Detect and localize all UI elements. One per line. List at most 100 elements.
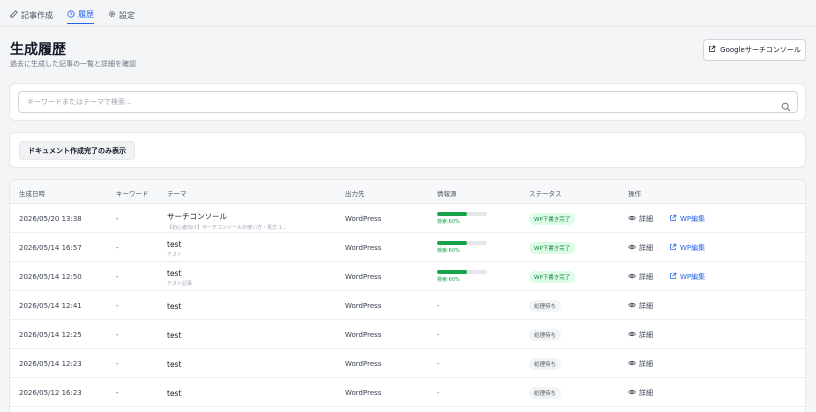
status-badge: WP下書き完了 [529, 271, 576, 283]
wp-edit-label: WP編集 [680, 273, 706, 281]
detail-label: 詳細 [639, 302, 653, 310]
cell-actions: 詳細 [628, 330, 653, 340]
eye-icon [628, 330, 636, 340]
table-row: 2026/05/20 13:38 - サーチコンソール 【初心者向け】サーチコンソール… [10, 204, 805, 233]
cell-source: 検索:60% [437, 241, 487, 254]
cell-actions: 詳細 [628, 359, 653, 369]
table-row: 2026/05/14 12:50 - test テスト記事 WordPress 検索:60… [10, 262, 805, 291]
nav-tabs: 記事作成 履歴 設定 [10, 6, 135, 26]
theme-title: サーチコンソール [167, 212, 227, 221]
tab-label: 履歴 [78, 10, 94, 19]
page-title: 生成履歴 [10, 42, 66, 58]
search-icon[interactable] [781, 97, 791, 112]
cell-theme: test [167, 302, 181, 311]
wp-edit-link[interactable]: WP編集 [669, 243, 705, 253]
eye-icon [628, 272, 636, 282]
table-row: 2026/05/14 12:41 - test WordPress - 処理待ち 詳細 [10, 291, 805, 320]
detail-button[interactable]: 詳細 [628, 243, 653, 253]
detail-button[interactable]: 詳細 [628, 359, 653, 369]
tab-history[interactable]: 履歴 [67, 6, 94, 24]
tab-create-article[interactable]: 記事作成 [10, 6, 53, 24]
eye-icon [628, 359, 636, 369]
cell-status: 処理待ち [529, 300, 562, 312]
column-header-source: 情報源 [437, 190, 457, 198]
detail-button[interactable]: 詳細 [628, 388, 653, 398]
external-link-icon [669, 243, 677, 253]
detail-label: 詳細 [639, 215, 653, 223]
cell-source: - [437, 302, 440, 310]
eye-icon [628, 388, 636, 398]
theme-title: test [167, 389, 182, 398]
eye-icon [628, 214, 636, 224]
cell-actions: 詳細 WP編集 [628, 243, 705, 253]
status-badge: 処理待ち [529, 329, 562, 341]
cell-keyword: - [116, 302, 119, 310]
column-header-actions: 操作 [628, 190, 641, 198]
cell-output: WordPress [345, 389, 382, 397]
wp-edit-link[interactable]: WP編集 [669, 272, 705, 282]
theme-subtitle: テスト [167, 252, 183, 258]
cell-actions: 詳細 WP編集 [628, 214, 705, 224]
external-link-icon [669, 272, 677, 282]
theme-subtitle: テスト記事 [167, 281, 193, 287]
cell-actions: 詳細 WP編集 [628, 272, 705, 282]
cell-source: - [437, 360, 440, 368]
source-progress-fill [437, 212, 467, 216]
cell-keyword: - [116, 331, 119, 339]
source-label: 検索:60% [437, 277, 460, 283]
source-progress-fill [437, 241, 467, 245]
status-badge: 処理待ち [529, 387, 562, 399]
detail-label: 詳細 [639, 360, 653, 368]
button-label: Googleサーチコンソール [720, 46, 801, 54]
status-badge: 処理待ち [529, 300, 562, 312]
theme-title: test [167, 331, 182, 340]
cell-status: 処理待ち [529, 358, 562, 370]
cell-source: 検索:60% [437, 212, 487, 225]
table-row: 2026/05/14 12:23 - test WordPress - 処理待ち 詳細 [10, 349, 805, 378]
cell-theme: test [167, 389, 181, 398]
cell-status: 処理待ち [529, 387, 562, 399]
completed-only-filter-button[interactable]: ドキュメント作成完了のみ表示 [19, 141, 135, 160]
source-label: 検索:60% [437, 219, 460, 225]
table-row: 2026/05/14 16:57 - test テスト WordPress 検索:60% W… [10, 233, 805, 262]
column-header-date: 生成日時 [19, 190, 45, 198]
tabs-divider [0, 26, 816, 27]
cell-date: 2026/05/14 12:23 [19, 360, 82, 368]
detail-button[interactable]: 詳細 [628, 330, 653, 340]
source-progress-bar [437, 212, 487, 216]
cell-source: - [437, 389, 440, 397]
search-input[interactable] [27, 92, 767, 112]
cell-date: 2026/05/20 13:38 [19, 215, 82, 223]
detail-button[interactable]: 詳細 [628, 301, 653, 311]
cell-actions: 詳細 [628, 301, 653, 311]
source-label: 検索:60% [437, 248, 460, 254]
cell-source: 検索:60% [437, 270, 487, 283]
detail-label: 詳細 [639, 331, 653, 339]
column-header-status: ステータス [529, 190, 562, 198]
table-row: 2026/05/12 16:23 - test WordPress - 処理待ち 詳細 [10, 378, 805, 407]
cell-date: 2026/05/14 16:57 [19, 244, 82, 252]
detail-label: 詳細 [639, 244, 653, 252]
cell-output: WordPress [345, 331, 382, 339]
status-badge: WP下書き完了 [529, 242, 576, 254]
cell-status: WP下書き完了 [529, 271, 576, 283]
detail-button[interactable]: 詳細 [628, 272, 653, 282]
cell-date: 2026/05/12 16:23 [19, 389, 82, 397]
theme-title: test [167, 302, 182, 311]
cell-output: WordPress [345, 244, 382, 252]
cell-status: WP下書き完了 [529, 213, 576, 225]
table-row: 2026/05/14 12:25 - test WordPress - 処理待ち 詳細 [10, 320, 805, 349]
column-header-output: 出力先 [345, 190, 365, 198]
cell-keyword: - [116, 215, 119, 223]
status-badge: WP下書き完了 [529, 213, 576, 225]
eye-icon [628, 301, 636, 311]
history-table: 生成日時 キーワード テーマ 出力先 情報源 ステータス 操作 2026/05/… [9, 179, 806, 412]
clock-icon [67, 9, 75, 20]
filter-card: ドキュメント作成完了のみ表示 [9, 132, 806, 168]
tab-settings[interactable]: 設定 [108, 6, 135, 24]
cell-output: WordPress [345, 360, 382, 368]
detail-button[interactable]: 詳細 [628, 214, 653, 224]
wp-edit-link[interactable]: WP編集 [669, 214, 705, 224]
detail-label: 詳細 [639, 273, 653, 281]
google-search-console-button[interactable]: Googleサーチコンソール [703, 39, 806, 61]
